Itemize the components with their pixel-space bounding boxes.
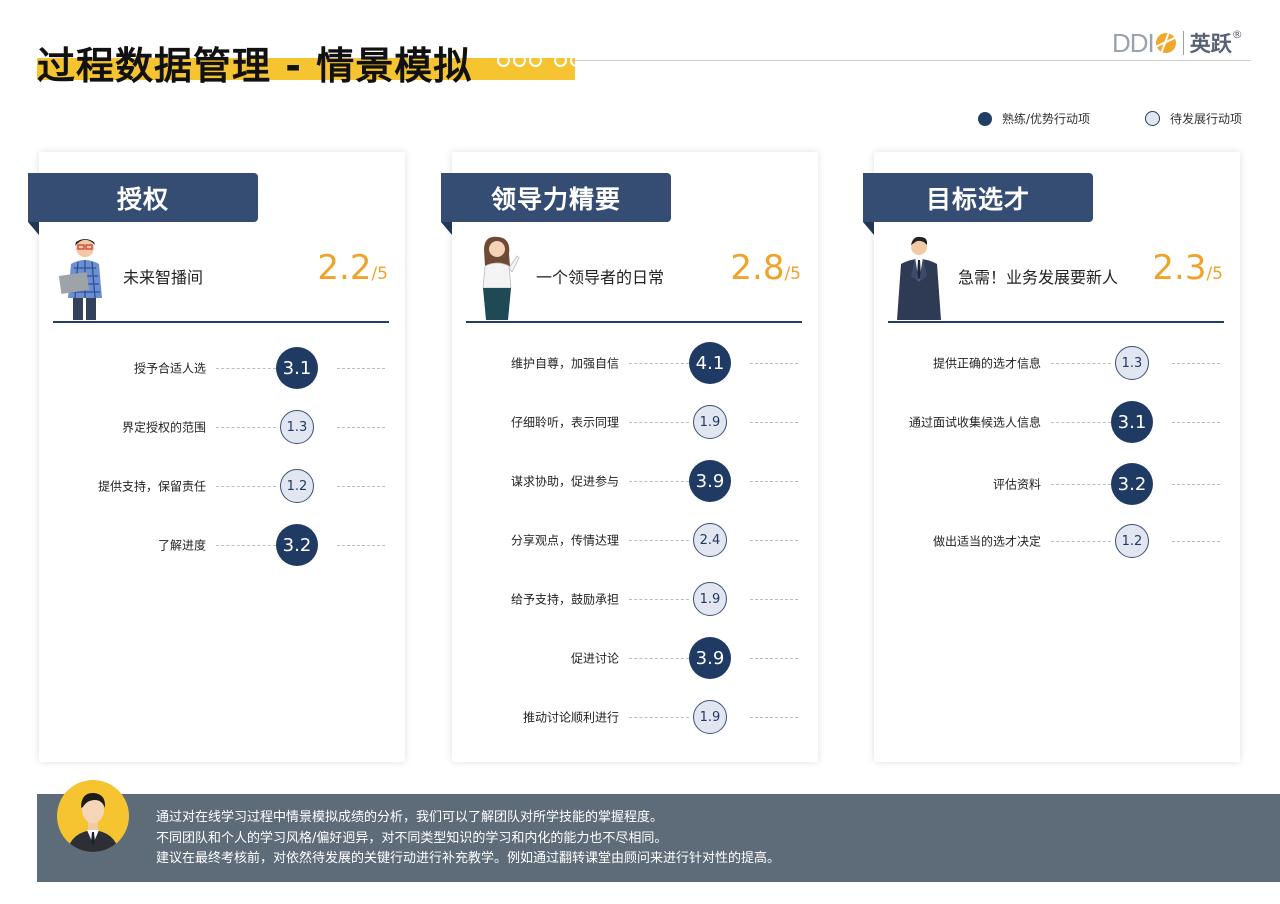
action-row: 促进讨论 3.9	[452, 636, 818, 680]
score-badge: 3.2	[1111, 463, 1153, 505]
page-title: 过程数据管理 - 情景模拟	[37, 44, 473, 88]
action-row: 分享观点，传情达理 2.4	[452, 518, 818, 562]
footer-summary-text: 通过对在线学习过程中情景模拟成绩的分析，我们可以了解团队对所学技能的掌握程度。 …	[156, 808, 780, 870]
card-targeted-selection: 目标选才 急需！业务发展要新人 2.3/5 提供正确的选才信息 1.3 通过面试…	[863, 152, 1240, 762]
action-label: 给予支持，鼓励承担	[510, 592, 619, 607]
legend-label: 熟练/优势行动项	[1002, 112, 1091, 126]
header-divider	[575, 60, 1251, 61]
scenario-name: 一个领导者的日常	[536, 268, 665, 287]
businesswoman-icon	[482, 236, 520, 320]
action-row: 谋求协助，促进参与 3.9	[452, 459, 818, 503]
action-row: 界定授权的范围 1.3	[39, 405, 405, 449]
action-row: 推动讨论顺利进行 1.9	[452, 695, 818, 739]
card-tab: 授权	[28, 173, 258, 235]
scenario-score: 2.8/5	[730, 248, 801, 288]
action-row: 仔细聆听，表示同理 1.9	[452, 400, 818, 444]
scenario-name: 急需！业务发展要新人	[958, 268, 1119, 287]
card-leadership-essentials: 领导力精要 一个领导者的日常 2.8/5 维护自尊，加强自信 4.1 仔细聆听，…	[441, 152, 818, 762]
score-badge: 1.2	[280, 469, 314, 503]
businessman-in-suit-icon	[897, 236, 941, 320]
action-label: 了解进度	[157, 538, 206, 553]
logo-registered-mark: ®	[1231, 27, 1243, 41]
action-label: 分享观点，传情达理	[510, 533, 619, 548]
card-tab: 领导力精要	[441, 173, 671, 235]
score-badge: 3.1	[1111, 401, 1153, 443]
score-badge: 3.9	[689, 460, 731, 502]
company-logo: DDI 英跃 ®	[1112, 28, 1243, 58]
legend-item-strong: 熟练/优势行动项	[978, 110, 1090, 127]
logo-ddi-text: DDI	[1112, 27, 1155, 58]
legend-label: 待发展行动项	[1170, 112, 1243, 126]
action-row: 评估资料 3.2	[874, 462, 1240, 506]
action-label: 提供正确的选才信息	[932, 356, 1041, 371]
action-label: 谋求协助，促进参与	[510, 474, 619, 489]
action-label: 促进讨论	[570, 651, 619, 666]
action-label: 授予合适人选	[133, 361, 206, 376]
score-badge: 1.3	[1115, 346, 1149, 380]
logo-ball-icon	[1155, 33, 1176, 53]
action-row: 提供正确的选才信息 1.3	[874, 341, 1240, 385]
action-row: 维护自尊，加强自信 4.1	[452, 341, 818, 385]
score-badge: 3.1	[276, 347, 318, 389]
score-badge: 4.1	[689, 342, 731, 384]
action-label: 做出适当的选才决定	[932, 534, 1041, 549]
legend-develop-dot-icon	[1145, 111, 1160, 126]
consultant-avatar-icon	[67, 792, 119, 852]
score-badge: 1.3	[280, 410, 314, 444]
score-badge: 1.9	[693, 582, 727, 616]
score-badge: 2.4	[693, 523, 727, 557]
summary-line: 通过对在线学习过程中情景模拟成绩的分析，我们可以了解团队对所学技能的掌握程度。	[156, 810, 664, 825]
action-label: 通过面试收集候选人信息	[908, 415, 1041, 430]
scenario-name: 未来智播间	[123, 268, 204, 287]
scenario-score: 2.2/5	[317, 248, 388, 288]
score-badge: 3.9	[689, 637, 731, 679]
action-label: 维护自尊，加强自信	[510, 356, 619, 371]
action-label: 提供支持，保留责任	[97, 479, 206, 494]
score-badge: 1.9	[693, 405, 727, 439]
action-row: 了解进度 3.2	[39, 523, 405, 567]
action-row: 给予支持，鼓励承担 1.9	[452, 577, 818, 621]
title-decoration-dots	[497, 54, 583, 67]
score-badge: 1.9	[693, 700, 727, 734]
logo-cn-text: 英跃	[1189, 32, 1232, 56]
action-label: 推动讨论顺利进行	[522, 710, 619, 725]
score-badge: 1.2	[1115, 524, 1149, 558]
man-with-laptop-icon	[58, 239, 102, 320]
score-badge: 3.2	[276, 524, 318, 566]
consultant-avatar	[57, 780, 129, 852]
summary-line: 建议在最终考核前，对依然待发展的关键行动进行补充教学。例如通过翻转课堂由顾问来进…	[156, 851, 781, 866]
action-row: 通过面试收集候选人信息 3.1	[874, 400, 1240, 444]
action-label: 仔细聆听，表示同理	[510, 415, 619, 430]
card-delegation: 授权 未来智播间 2.2/5 授予合适人选 3.1 界定授权的范围 1.3 提供…	[28, 152, 405, 762]
summary-line: 不同团队和个人的学习风格/偏好迥异，对不同类型知识的学习和内化的能力也不尽相同。	[156, 830, 668, 846]
card-tab: 目标选才	[863, 173, 1093, 235]
action-row: 做出适当的选才决定 1.2	[874, 519, 1240, 563]
legend-strong-dot-icon	[978, 111, 992, 126]
action-row: 提供支持，保留责任 1.2	[39, 464, 405, 508]
action-label: 评估资料	[992, 477, 1041, 492]
action-row: 授予合适人选 3.1	[39, 346, 405, 390]
legend-item-develop: 待发展行动项	[1145, 110, 1242, 127]
action-label: 界定授权的范围	[121, 420, 206, 435]
scenario-score: 2.3/5	[1152, 248, 1223, 288]
